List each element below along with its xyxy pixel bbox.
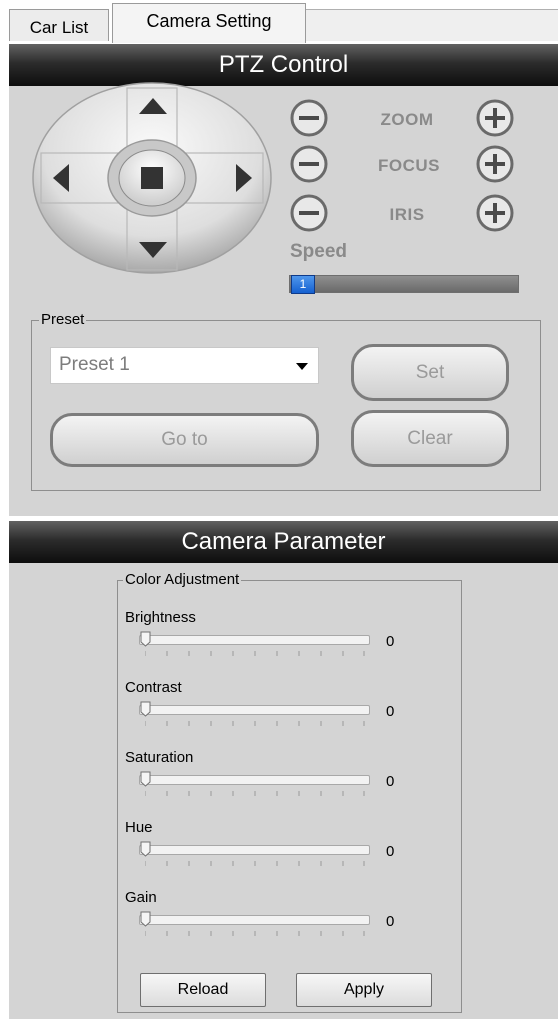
iris-open-button[interactable] xyxy=(475,193,515,233)
brightness-ticks xyxy=(145,651,365,656)
preset-select-value: Preset 1 xyxy=(59,354,130,375)
arrow-right-icon[interactable] xyxy=(230,160,258,196)
arrow-down-icon[interactable] xyxy=(135,236,171,262)
focus-label: FOCUS xyxy=(378,156,440,175)
ptz-joystick xyxy=(31,80,273,278)
color-adjustment-legend: Color Adjustment xyxy=(123,571,242,588)
tab-strip-filler xyxy=(306,9,558,41)
tab-car-list[interactable]: Car List xyxy=(9,9,109,41)
gain-label: Gain xyxy=(125,889,157,906)
brightness-slider-thumb[interactable] xyxy=(140,631,151,647)
preset-select[interactable]: Preset 1 xyxy=(50,347,319,384)
brightness-value: 0 xyxy=(386,633,395,650)
contrast-slider-thumb[interactable] xyxy=(140,701,151,717)
preset-goto-button[interactable]: Go to xyxy=(50,413,319,467)
focus-near-button[interactable] xyxy=(289,144,329,184)
saturation-ticks xyxy=(145,791,365,796)
gain-slider-track[interactable] xyxy=(139,915,370,925)
speed-slider-thumb[interactable]: 1 xyxy=(291,275,315,294)
contrast-value: 0 xyxy=(386,703,395,720)
contrast-slider-track[interactable] xyxy=(139,705,370,715)
iris-close-button[interactable] xyxy=(289,193,329,233)
arrow-left-icon[interactable] xyxy=(47,160,75,196)
brightness-slider-track[interactable] xyxy=(139,635,370,645)
camera-parameter-header: Camera Parameter xyxy=(9,521,558,563)
focus-far-button[interactable] xyxy=(475,144,515,184)
reload-button[interactable]: Reload xyxy=(140,973,266,1007)
chevron-down-icon xyxy=(296,363,308,370)
saturation-slider-thumb[interactable] xyxy=(140,771,151,787)
hue-value: 0 xyxy=(386,843,395,860)
speed-slider-track[interactable] xyxy=(289,275,519,293)
ptz-control-panel: PTZ Control ZOOM FOCUS IRIS Speed 1 Pres… xyxy=(9,44,558,516)
saturation-value: 0 xyxy=(386,773,395,790)
contrast-ticks xyxy=(145,721,365,726)
preset-set-button[interactable]: Set xyxy=(351,344,509,401)
iris-label: IRIS xyxy=(389,205,425,224)
brightness-label: Brightness xyxy=(125,609,196,626)
gain-slider-thumb[interactable] xyxy=(140,911,151,927)
zoom-label: ZOOM xyxy=(380,110,434,129)
contrast-label: Contrast xyxy=(125,679,182,696)
saturation-slider-track[interactable] xyxy=(139,775,370,785)
apply-button[interactable]: Apply xyxy=(296,973,432,1007)
hue-slider-track[interactable] xyxy=(139,845,370,855)
arrow-up-icon[interactable] xyxy=(135,94,171,120)
preset-clear-button[interactable]: Clear xyxy=(351,410,509,467)
preset-legend: Preset xyxy=(39,311,87,328)
gain-value: 0 xyxy=(386,913,395,930)
tab-camera-setting[interactable]: Camera Setting xyxy=(112,3,306,43)
tab-bar: Car List Camera Setting xyxy=(0,0,558,44)
speed-label: Speed xyxy=(290,241,348,262)
gain-ticks xyxy=(145,931,365,936)
zoom-in-button[interactable] xyxy=(475,98,515,138)
camera-parameter-panel: Camera Parameter Color Adjustment Bright… xyxy=(9,521,558,1019)
hue-slider-thumb[interactable] xyxy=(140,841,151,857)
hue-label: Hue xyxy=(125,819,153,836)
saturation-label: Saturation xyxy=(125,749,194,766)
stop-icon[interactable] xyxy=(138,164,166,192)
hue-ticks xyxy=(145,861,365,866)
zoom-out-button[interactable] xyxy=(289,98,329,138)
